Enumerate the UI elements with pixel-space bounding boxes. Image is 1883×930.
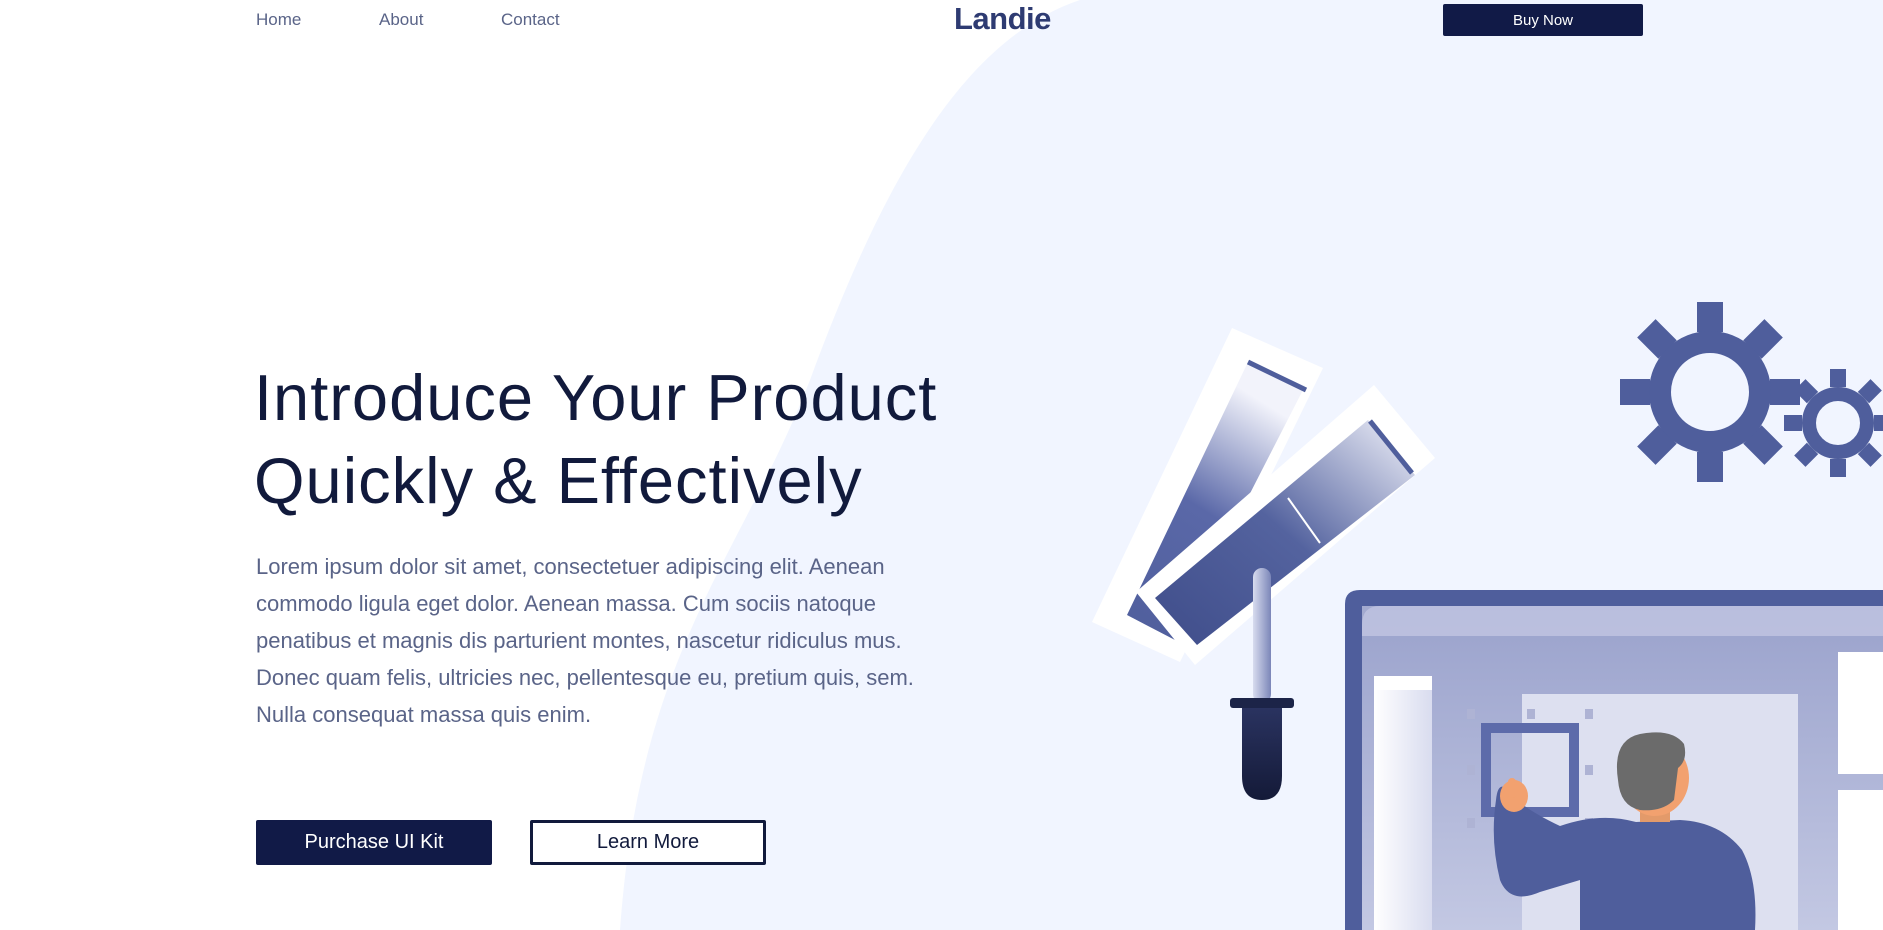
hero-illustration: [1092, 302, 1883, 930]
large-gear-icon: [1620, 302, 1800, 482]
